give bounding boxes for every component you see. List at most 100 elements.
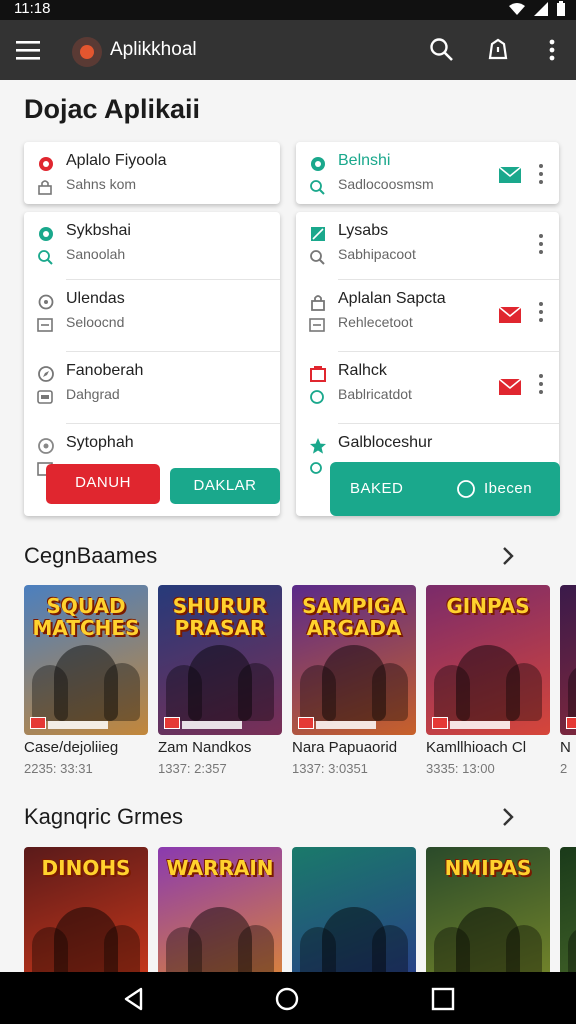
item-subtitle: Sadlocoosmsm [338,176,434,192]
app-logo [72,37,102,67]
character-art [456,645,520,721]
baked-button[interactable]: BAKED [350,462,403,516]
navigation-bar [0,972,576,1024]
game-thumbnail[interactable]: SAMPIGA ARGADA [292,585,416,735]
game-thumbnail[interactable]: WARRAIN [158,847,282,972]
list-item[interactable]: Aplalo Fiyoola Sahns kom [24,142,280,204]
character-art [322,907,386,972]
game-meta: 1337: 2:357 [158,761,227,776]
character-art [54,907,118,972]
game-thumbnail[interactable]: SHURUR PRASAR [158,585,282,735]
game-thumbnail[interactable] [292,847,416,972]
game-name: Case/dejoliieg [24,739,119,756]
app-list-card: Sykbshai Sanoolah Ulendas Seloocnd Fanob… [24,212,280,516]
more-vert-icon[interactable] [538,302,544,324]
list-item[interactable]: Sykbshai Sanoolah [24,212,280,280]
gear-icon [39,157,53,171]
home-icon[interactable] [274,986,300,1012]
game-art-title: NMIPAS [444,856,532,880]
item-subtitle: Rehlecetoot [338,314,413,330]
section-title: Kagnqric Grmes [24,804,183,829]
game-art-title: WARRAIN [166,856,274,880]
mail-icon[interactable] [498,166,522,184]
publisher-strip [182,721,242,729]
secondary-button[interactable]: Ibecen [484,462,532,516]
app-card[interactable]: Belnshi Sadlocoosmsm [296,142,559,204]
compass-icon [38,366,54,382]
character-art [188,907,252,972]
list-item[interactable]: Ralhck Bablricatdot [296,352,559,424]
game-thumbnail[interactable] [560,847,576,972]
compass-icon [38,438,54,454]
status-bar: 11:18 [0,0,576,20]
danger-button[interactable]: DANUH [46,464,160,504]
more-vert-icon[interactable] [538,36,566,64]
game-meta: 2 [560,761,568,776]
game-meta: 2235: 33:31 [24,761,93,776]
app-list-card: Lysabs Sabhipacoot Aplalan Sapcta Rehlec… [296,212,560,516]
rating-badge [30,717,46,729]
game-carousel[interactable]: SQUAD MATCHES Case/dejoliieg 2235: 33:31 SH… [24,585,576,780]
game-thumbnail[interactable]: DINOHS [24,847,148,972]
list-item[interactable]: Ulendas Seloocnd [24,280,280,352]
chevron-right-icon[interactable] [500,806,516,828]
wifi-icon [509,3,525,15]
app-title: Aplikkhoal [110,39,197,60]
mail-icon[interactable] [498,378,522,396]
rating-badge [566,717,576,729]
game-thumbnail[interactable]: NMIPAS [426,847,550,972]
gear-icon [39,227,53,241]
back-icon[interactable] [121,986,147,1012]
image-icon [309,318,325,332]
more-vert-icon[interactable] [538,234,544,256]
rating-badge [298,717,314,729]
notification-icon[interactable] [484,36,512,64]
battery-icon [557,1,565,16]
game-art-title: DINOHS [41,856,131,880]
chevron-right-icon[interactable] [500,545,516,567]
item-title: Aplalan Sapcta [338,290,446,307]
app-card[interactable]: Aplalo Fiyoola Sahns kom [24,142,280,204]
character-art [322,645,386,721]
more-vert-icon[interactable] [538,164,544,186]
calendar-icon [310,366,326,382]
list-item[interactable]: Lysabs Sabhipacoot [296,212,559,280]
system-icons [508,1,566,17]
search-icon [38,250,53,265]
list-item[interactable]: Aplalan Sapcta Rehlecetoot [296,280,559,352]
game-meta: 1337: 3:0351 [292,761,368,776]
character-art [188,645,252,721]
calendar-icon [311,227,325,241]
game-art-title: SHURUR PRASAR [172,594,268,640]
game-thumbnail[interactable]: GINPAS [426,585,550,735]
more-vert-icon[interactable] [538,374,544,396]
publisher-strip [48,721,108,729]
list-item[interactable]: Belnshi Sadlocoosmsm [296,142,559,204]
item-title: Fanoberah [66,362,144,379]
game-name: Nara Papuaorid [292,739,398,756]
game-thumbnail[interactable] [560,585,576,735]
game-carousel[interactable]: DINOHS WARRAIN NMIPAS [24,847,576,972]
list-item[interactable]: Fanoberah Dahgrad [24,352,280,424]
game-name: Zam Nandkos [158,739,252,756]
item-title: Belnshi [338,152,391,169]
game-art-title: GINPAS [446,594,530,618]
menu-icon[interactable] [16,39,40,61]
item-subtitle: Bablricatdot [338,386,412,402]
game-meta: 3335: 13:00 [426,761,495,776]
mail-icon[interactable] [498,306,522,324]
puzzle-icon [38,294,54,310]
item-subtitle: Dahgrad [66,386,120,402]
primary-button[interactable]: DAKLAR [170,468,280,504]
item-subtitle: Sahns kom [66,176,137,192]
status-time: 11:18 [14,0,51,17]
recents-icon[interactable] [430,986,456,1012]
rating-badge [432,717,448,729]
box-icon [37,390,53,404]
game-thumbnail[interactable]: SQUAD MATCHES [24,585,148,735]
character-art [54,645,118,721]
publisher-strip [450,721,510,729]
image-icon [37,318,53,332]
search-icon[interactable] [428,36,456,64]
star-icon [310,438,326,454]
